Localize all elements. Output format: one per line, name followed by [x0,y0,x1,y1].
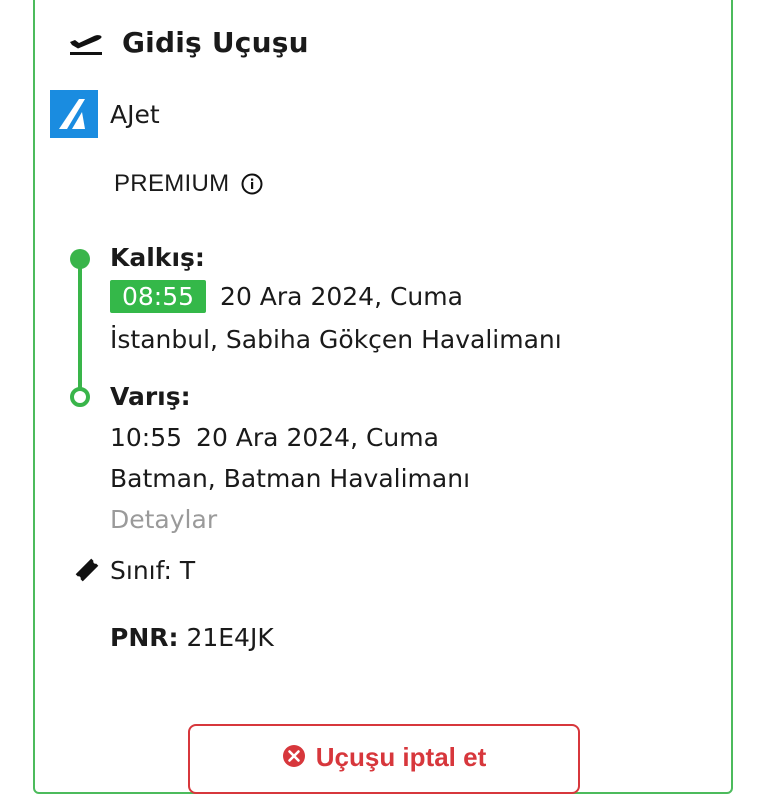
class-row: Sınıf: T [72,555,195,585]
departure-airport: İstanbul, Sabiha Gökçen Havalimanı [110,325,562,354]
cancel-button-label: Uçuşu iptal et [315,742,487,772]
fare-class-row: PREMIUM [114,170,263,198]
class-text: Sınıf: T [110,555,196,585]
flight-takeoff-icon [70,35,102,55]
airline-logo [50,90,98,138]
arrival-datetime: 10:55 20 Ara 2024, Cuma [110,423,439,452]
airline-name: AJet [110,99,160,129]
departure-label: Kalkış: [110,243,205,272]
info-icon[interactable] [241,173,263,195]
flight-header: Gidiş Uçuşu [68,22,309,62]
pnr-value: 21E4JK [186,623,274,652]
arrival-dot [70,387,90,407]
departure-datetime: 08:55 20 Ara 2024, Cuma [110,280,463,313]
departure-time-badge: 08:55 [110,280,207,313]
airline-row: AJet [50,90,160,138]
cancel-flight-button[interactable]: Uçuşu iptal et [188,724,580,794]
arrival-date: 20 Ara 2024, Cuma [196,423,439,452]
departure-date: 20 Ara 2024, Cuma [220,282,463,311]
pnr-label: PNR: [110,623,179,652]
fare-label: PREMIUM [114,170,230,197]
departure-dot [70,249,90,269]
arrival-airport: Batman, Batman Havalimanı [110,464,471,493]
page-title: Gidiş Uçuşu [122,25,309,59]
arrival-label: Varış: [110,382,191,411]
cancel-circle-icon [282,745,305,767]
ticket-icon [75,558,99,582]
timeline-line [78,258,82,398]
pnr-row: PNR: 21E4JK [110,623,274,652]
details-link[interactable]: Detaylar [110,505,217,534]
arrival-time: 10:55 [110,423,183,452]
